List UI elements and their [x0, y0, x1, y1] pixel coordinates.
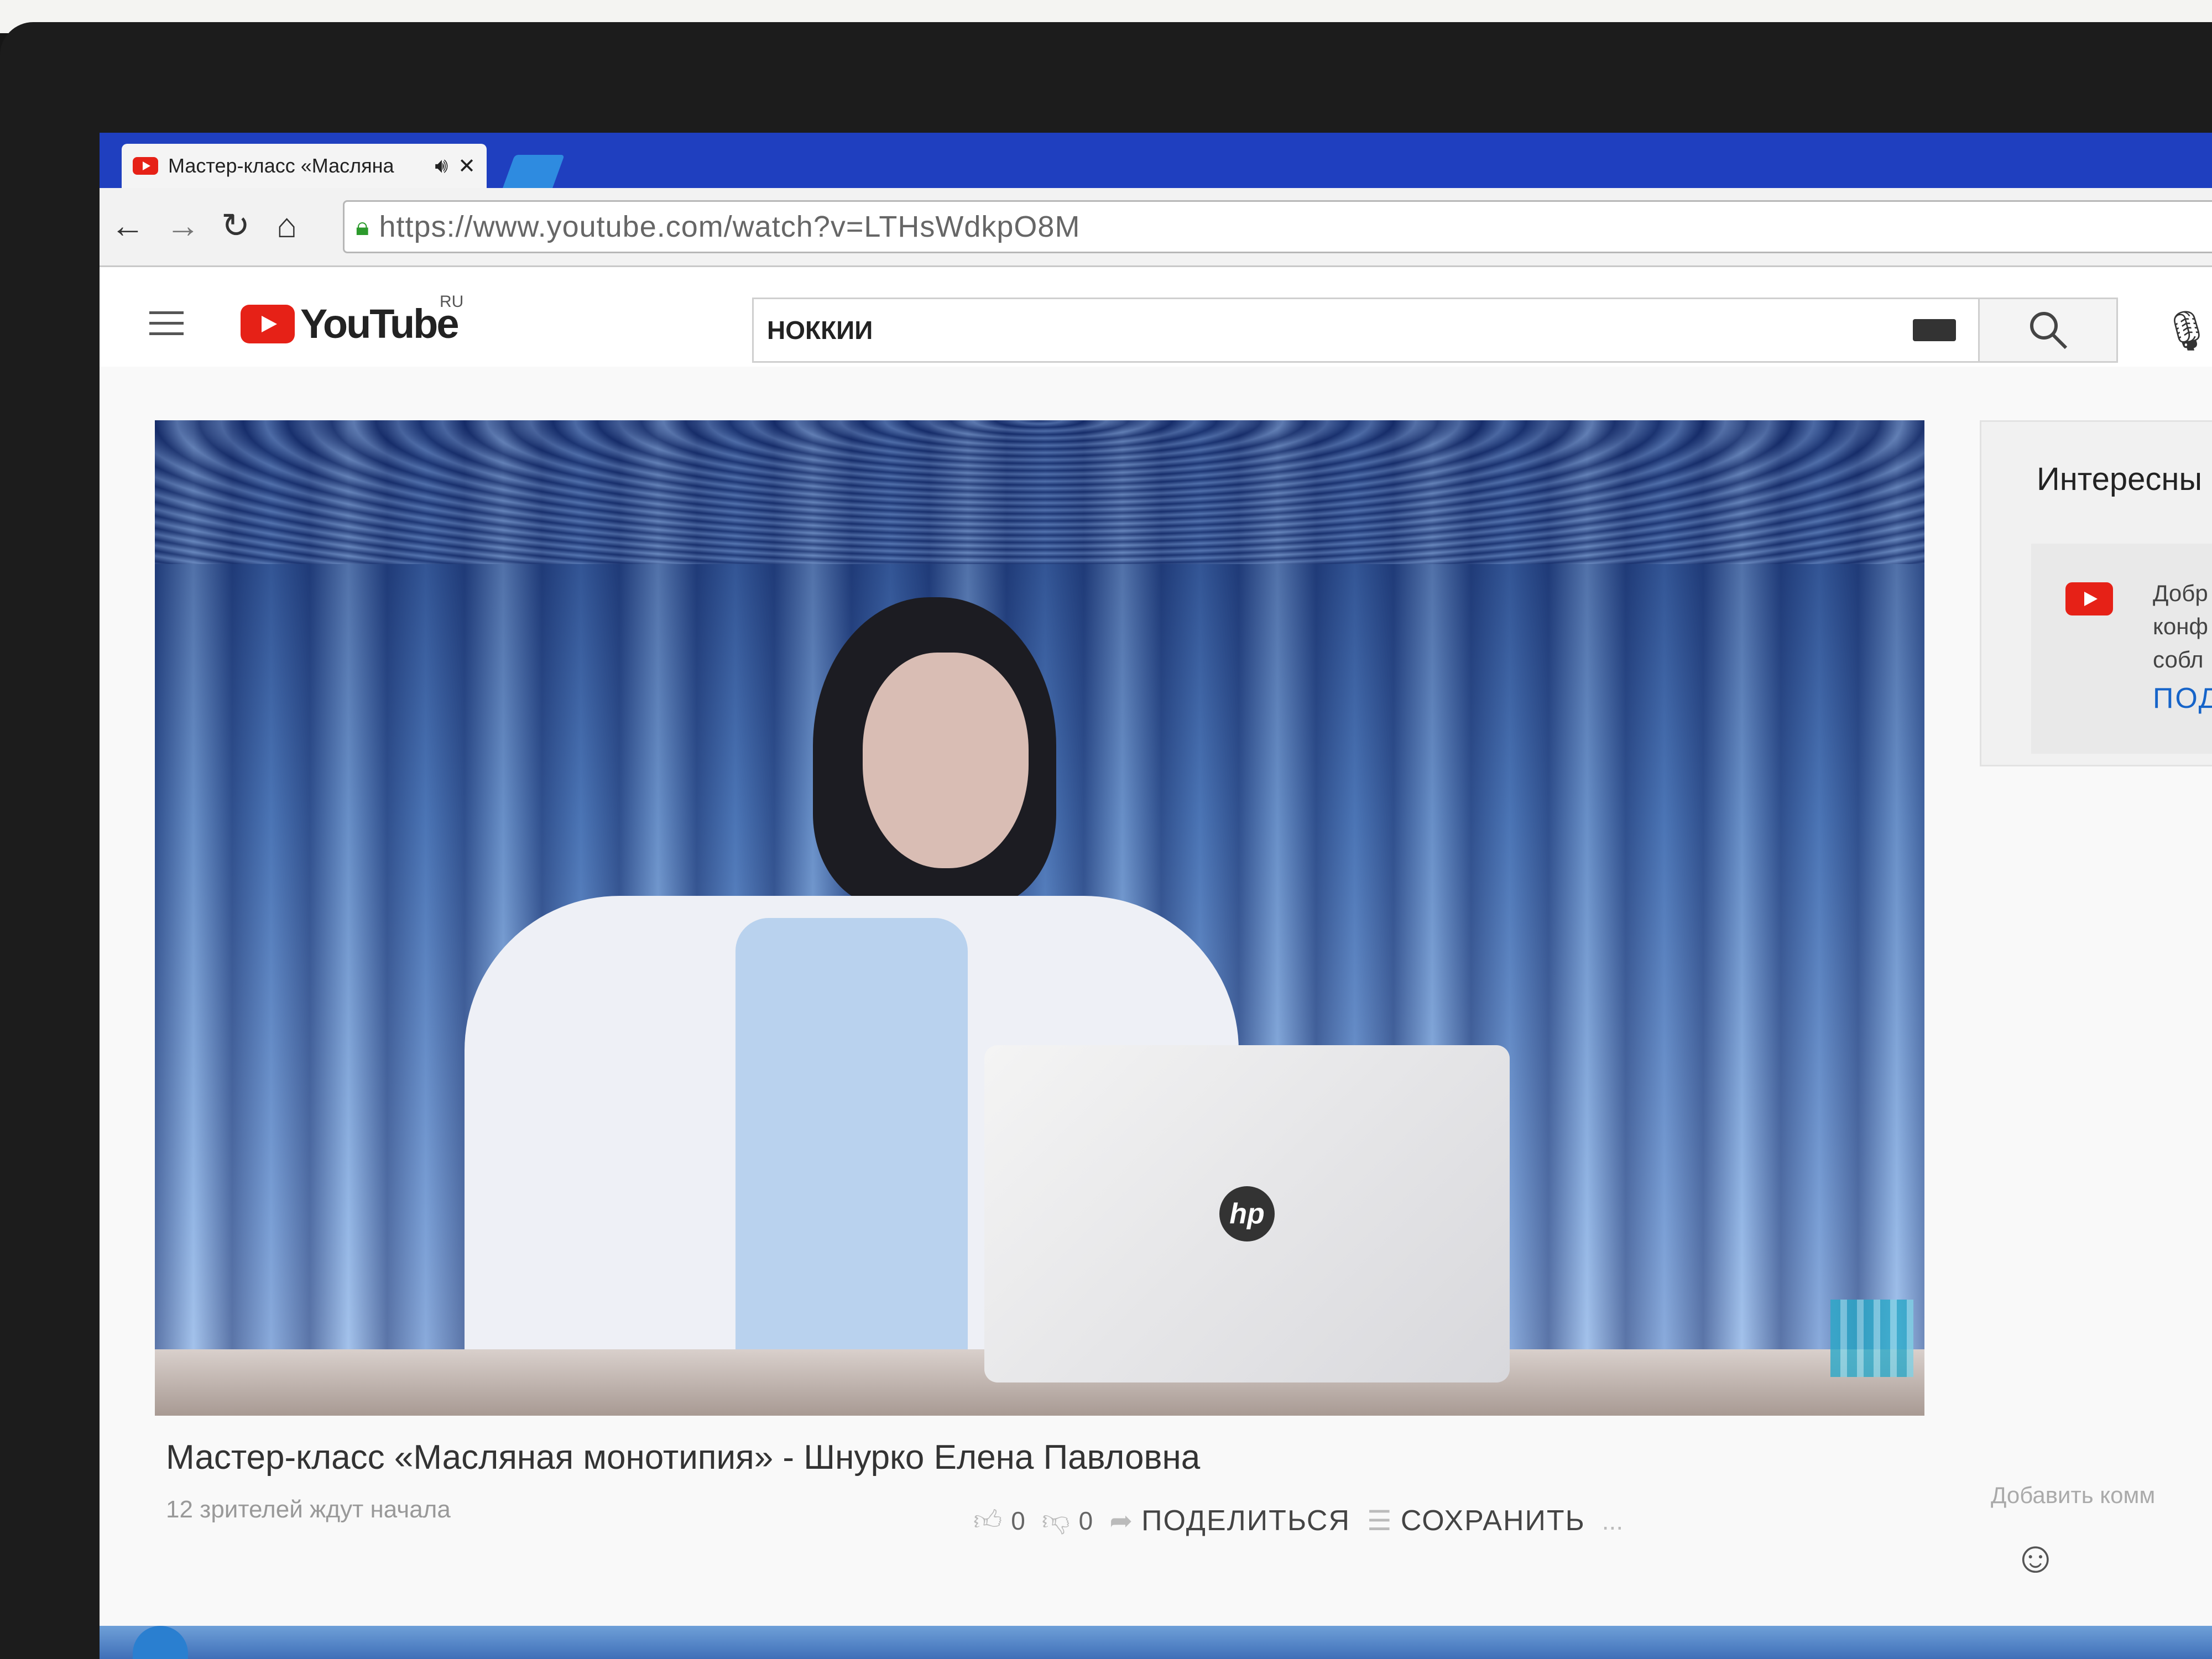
new-tab-button[interactable]	[503, 155, 565, 188]
url-text: https://www.youtube.com/watch?v=LTHsWdkp…	[379, 210, 1081, 243]
taskbar	[100, 1626, 2212, 1659]
curtain-valance	[155, 420, 1924, 564]
dislike-count: 0	[1078, 1506, 1093, 1535]
emoji-icon[interactable]: ☺	[2013, 1532, 2058, 1583]
thumbs-down-icon: 👎︎	[1041, 1505, 1070, 1536]
start-button[interactable]	[133, 1626, 188, 1659]
dislike-button[interactable]: 👎︎ 0	[1042, 1504, 1093, 1537]
tab-bar: Мастер-класс «Масляна 🔊︎ ✕	[100, 133, 2212, 188]
video-player[interactable]: hp	[155, 420, 1924, 1416]
more-actions-button[interactable]: ...	[1602, 1506, 1623, 1536]
video-title: Мастер-класс «Масляная монотипия» - Шнур…	[166, 1438, 1201, 1477]
viewers-count: 12 зрителей ждут начала	[166, 1496, 451, 1523]
share-icon: ➦	[1109, 1505, 1133, 1536]
like-count: 0	[1011, 1506, 1025, 1535]
youtube-header: YouTube RU 🎙︎	[100, 267, 2212, 367]
save-label: СОХРАНИТЬ	[1400, 1505, 1585, 1537]
keyboard-icon[interactable]	[1913, 319, 1956, 341]
sidebar-card: Интересны Добр конф собл ПОД	[1980, 420, 2212, 766]
sidebar-heading: Интересны	[2037, 461, 2203, 497]
close-icon[interactable]: ✕	[458, 154, 476, 179]
share-label: ПОДЕЛИТЬСЯ	[1141, 1505, 1351, 1537]
logo-text: YouTube	[300, 301, 460, 347]
playlist-add-icon: ☰	[1367, 1505, 1392, 1536]
lock-icon: 🔒︎	[356, 212, 369, 241]
notice-panel: Добр конф собл ПОД	[2031, 544, 2212, 754]
chat-input[interactable]: Добавить комм	[1991, 1482, 2155, 1509]
forward-arrow-icon[interactable]: →	[166, 209, 200, 243]
notice-link[interactable]: ПОД	[2153, 682, 2212, 715]
browser-tab[interactable]: Мастер-класс «Масляна 🔊︎ ✕	[122, 144, 487, 188]
youtube-logo[interactable]: YouTube RU	[241, 293, 463, 347]
search-input[interactable]	[754, 299, 1913, 362]
monitor-screen: Мастер-класс «Масляна 🔊︎ ✕ ← → ↻ ⌂ 🔒︎ ht…	[100, 133, 2212, 1659]
browser-toolbar: ← → ↻ ⌂ 🔒︎ https://www.youtube.com/watch…	[100, 188, 2212, 267]
speaker-icon[interactable]: 🔊︎	[435, 154, 448, 178]
laptop-logo: hp	[1219, 1186, 1275, 1241]
back-arrow-icon[interactable]: ←	[111, 209, 145, 243]
youtube-favicon-icon	[133, 157, 158, 175]
thumbs-up-icon: 👍︎	[973, 1505, 1003, 1536]
menu-icon[interactable]	[149, 311, 184, 337]
save-button[interactable]: ☰ СОХРАНИТЬ	[1367, 1504, 1585, 1537]
reload-icon[interactable]: ↻	[221, 209, 250, 243]
channel-watermark[interactable]	[1830, 1300, 1913, 1377]
laptop: hp	[984, 1045, 1510, 1383]
share-button[interactable]: ➦ ПОДЕЛИТЬСЯ	[1109, 1504, 1350, 1537]
region-label: RU	[440, 293, 464, 311]
presenter-shirt	[735, 918, 968, 1360]
youtube-notice-icon	[2065, 582, 2113, 615]
tab-title: Мастер-класс «Масляна	[168, 154, 394, 177]
address-bar[interactable]: 🔒︎ https://www.youtube.com/watch?v=LTHsW…	[343, 200, 2212, 253]
like-button[interactable]: 👍︎ 0	[973, 1504, 1025, 1537]
presenter-face	[863, 653, 1029, 868]
video-actions: 👍︎ 0 👎︎ 0 ➦ ПОДЕЛИТЬСЯ ☰ СОХРАНИТЬ ...	[973, 1504, 1623, 1537]
notice-text: Добр конф собл	[2153, 580, 2208, 672]
microphone-icon[interactable]: 🎙︎	[2162, 309, 2211, 354]
search-icon	[2030, 312, 2067, 349]
youtube-play-icon	[241, 304, 295, 343]
home-icon[interactable]: ⌂	[276, 209, 297, 243]
search-button[interactable]	[1980, 298, 2118, 363]
search-box	[752, 298, 1980, 363]
